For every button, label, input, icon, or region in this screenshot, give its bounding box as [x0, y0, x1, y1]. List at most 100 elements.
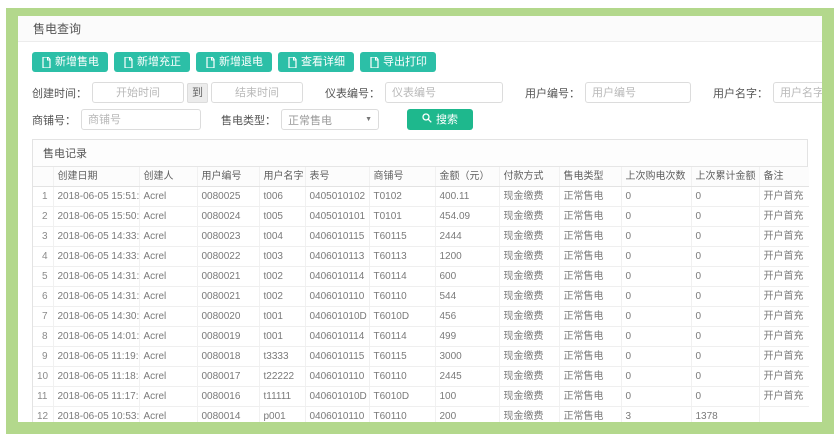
table-cell: 2018-06-05 11:19:0	[53, 346, 140, 367]
add-refund-button[interactable]: 新增退电	[196, 52, 272, 72]
table-cell: 开户首充	[759, 386, 809, 407]
user-name-input[interactable]	[773, 82, 822, 103]
table-cell: 2018-06-05 15:50:1	[53, 206, 140, 227]
table-cell: T60110	[369, 286, 436, 307]
table-cell: 2	[621, 427, 691, 435]
table-cell: t002	[259, 286, 306, 307]
meter-no-input[interactable]	[385, 82, 503, 103]
table-cell: 现金缴费	[499, 366, 560, 387]
table-row[interactable]: 10 2018-06-05 11:18:4 Acrel 0080017 t22222 04…	[33, 366, 809, 387]
search-button[interactable]: 搜索	[407, 109, 473, 130]
table-cell: 0	[621, 346, 692, 367]
table-row[interactable]: 4 2018-06-05 14:33:0 Acrel 0080022 t003 04060…	[33, 246, 809, 267]
table-cell: 200	[435, 406, 500, 422]
table-cell: 2018-06-05 14:31:3	[53, 266, 140, 287]
table-cell: 400.11	[435, 186, 500, 207]
table-cell: 456	[435, 306, 500, 327]
view-detail-button[interactable]: 查看详细	[278, 52, 354, 72]
add-sale-button[interactable]: 新增售电	[32, 52, 108, 72]
shop-no-input[interactable]	[81, 109, 201, 130]
user-no-input[interactable]	[585, 82, 691, 103]
add-recharge-button[interactable]: 新增充正	[114, 52, 190, 72]
table-cell: Acrel	[139, 326, 198, 347]
table-cell: 2018-06-05 11:18:4	[53, 366, 140, 387]
table-cell: 3000	[435, 346, 500, 367]
column-header: 上次累计金额	[691, 167, 760, 187]
table-cell: 040601010D	[305, 306, 370, 327]
table-cell: 现金缴费	[499, 406, 560, 422]
row-number: 12	[33, 406, 54, 422]
table-cell: 0080021	[197, 286, 260, 307]
row-number: 8	[33, 326, 54, 347]
table-row[interactable]: 1 2018-06-05 15:51:1 Acrel 0080025 t006 04050…	[33, 186, 809, 207]
row-number: 13	[33, 427, 53, 435]
to-label: 到	[187, 82, 208, 103]
table-cell: 0406010114	[305, 266, 370, 287]
table-cell: t001	[259, 326, 306, 347]
table-cell: 0	[621, 206, 692, 227]
table-row[interactable]: 6 2018-06-05 14:31:3 Acrel 0080021 t002 04060…	[33, 286, 809, 307]
records-table-head: 创建日期 创建人 用户编号 用户名字 表号 商铺号 金额（元） 付款方式 售电类型 上次购电次数上…	[33, 167, 809, 187]
table-row[interactable]: 8 2018-06-05 14:01:3 Acrel 0080019 t001 04060…	[33, 326, 809, 347]
table-cell: Acrel	[139, 386, 198, 407]
button-label: 导出打印	[383, 56, 427, 68]
document-icon	[287, 56, 297, 68]
button-label: 新增充正	[137, 56, 181, 68]
table-cell: 正常售电	[559, 346, 622, 367]
table-cell: 0080016	[197, 386, 260, 407]
table-row[interactable]: 5 2018-06-05 14:31:3 Acrel 0080021 t002 04060…	[33, 266, 809, 287]
table-cell: t002	[259, 266, 306, 287]
table-cell: Acrel	[139, 346, 198, 367]
table-row[interactable]: 12 2018-06-05 10:53:0 Acrel 0080014 p001 0406…	[33, 406, 809, 422]
table-cell: Acrel	[139, 206, 198, 227]
row-number: 9	[33, 346, 54, 367]
table-cell: 0	[621, 186, 692, 207]
table-row[interactable]: 3 2018-06-05 14:33:2 Acrel 0080023 t004 04060…	[33, 226, 809, 247]
table-cell: 0406010114	[305, 326, 370, 347]
table-cell: 0	[691, 266, 760, 287]
table-cell: T6010D	[369, 386, 436, 407]
table-cell: 0080019	[197, 326, 260, 347]
start-time-input[interactable]	[92, 82, 184, 103]
table-row[interactable]: 11 2018-06-05 11:17:5 Acrel 0080016 t11111 04…	[33, 386, 809, 407]
table-cell: Acrel	[139, 306, 198, 327]
table-cell: 正常售电	[559, 306, 622, 327]
table-cell: t001	[259, 306, 306, 327]
end-time-input[interactable]	[211, 82, 303, 103]
sale-type-select[interactable]: 正常售电 ▼	[281, 109, 379, 130]
table-cell: 0080022	[197, 246, 260, 267]
records-table: 创建日期 创建人 用户编号 用户名字 表号 商铺号 金额（元） 付款方式 售电类型 上次购电次数上…	[33, 167, 809, 435]
table-cell: T0102	[369, 186, 436, 207]
column-header: 用户名字	[259, 167, 306, 187]
table-cell: Acrel	[139, 266, 198, 287]
table-row[interactable]: 7 2018-06-05 14:30:1 Acrel 0080020 t001 04060…	[33, 306, 809, 327]
table-cell: 0080021	[197, 266, 260, 287]
export-print-button[interactable]: 导出打印	[360, 52, 436, 72]
table-cell: 0	[691, 346, 760, 367]
table-cell: 现金缴费	[499, 186, 560, 207]
table-row[interactable]: 9 2018-06-05 11:19:0 Acrel 0080018 t3333 0406…	[33, 346, 809, 367]
table-cell: 开户首充	[759, 266, 809, 287]
table-cell: 开户首充	[759, 306, 809, 327]
table-cell: 0406010110	[305, 406, 370, 422]
row-number: 6	[33, 286, 54, 307]
table-cell: T60114	[369, 326, 436, 347]
table-cell: T60114	[369, 266, 436, 287]
table-cell: 2444	[435, 226, 500, 247]
document-icon	[41, 56, 51, 68]
table-cell: 2018-06-05 14:33:2	[53, 226, 140, 247]
table-cell: 现金缴费	[499, 346, 560, 367]
table-cell: 2018-06-05 14:01:3	[53, 326, 140, 347]
table-cell: 现金缴费	[499, 386, 560, 407]
column-header: 创建日期	[53, 167, 140, 187]
table-cell: 0	[691, 386, 760, 407]
column-header: 备注	[759, 167, 809, 187]
table-cell: 正常售电	[559, 206, 622, 227]
table-row[interactable]: 2 2018-06-05 15:50:1 Acrel 0080024 t005 04050…	[33, 206, 809, 227]
page-title-bar: 售电查询	[18, 16, 822, 42]
table-cell: t22222	[259, 366, 306, 387]
table-row[interactable]: 132018-06-05 10:49:5Acrel0080014p0010406…	[33, 427, 809, 435]
table-cell: 开户首充	[759, 186, 809, 207]
table-cell: 2018-06-05 11:17:5	[53, 386, 140, 407]
table-cell: 开户首充	[759, 206, 809, 227]
